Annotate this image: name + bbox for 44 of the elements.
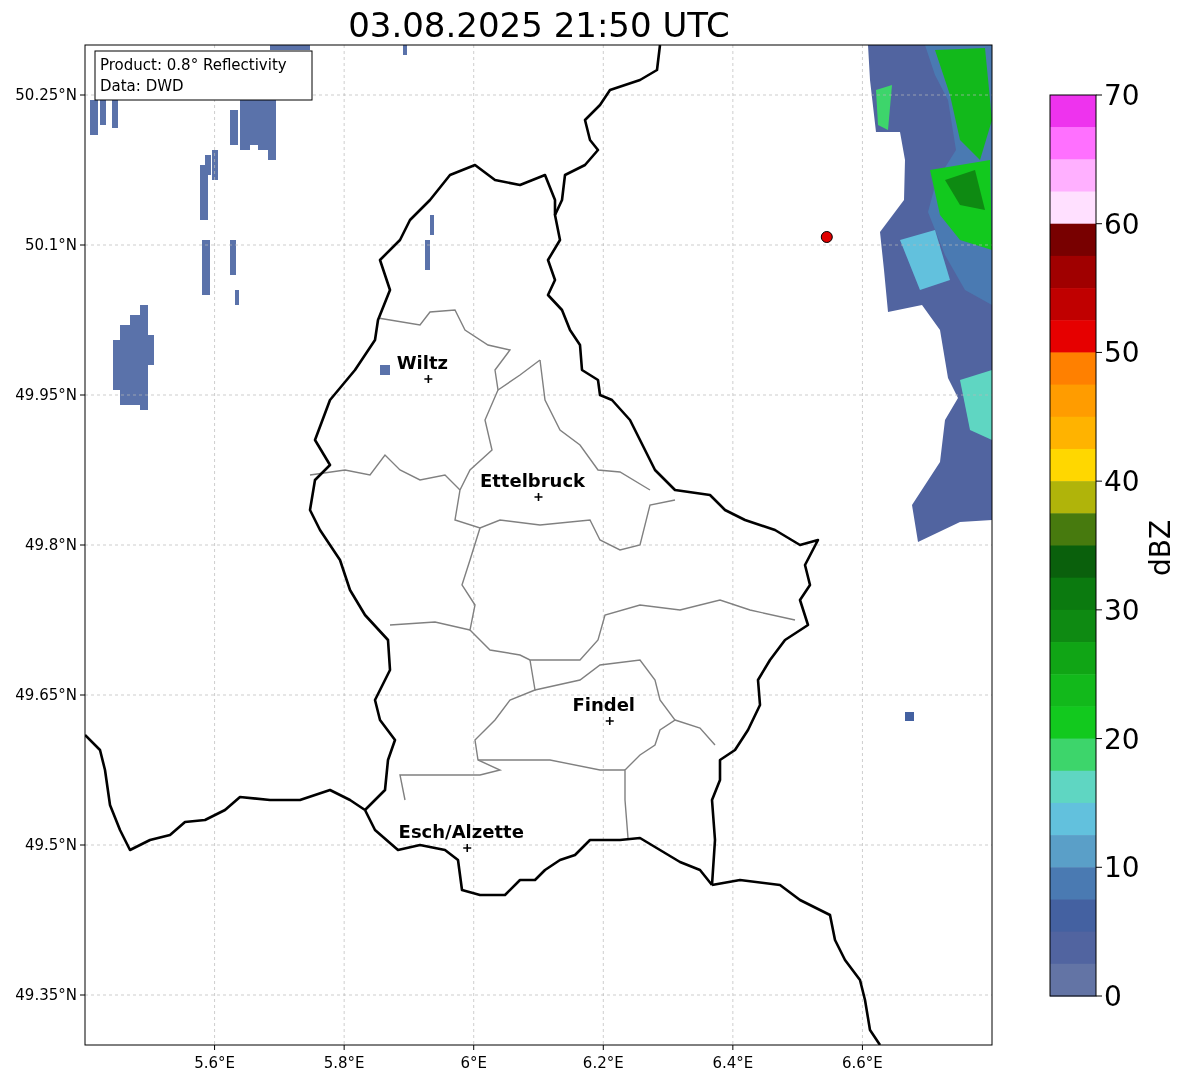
axis-tick-label: 49.35°N	[15, 986, 77, 1004]
axis-tick-label: 49.95°N	[15, 386, 77, 404]
axis-tick-label: 6.4°E	[712, 1054, 754, 1072]
colorbar-tick-label: 20	[1104, 722, 1140, 756]
axis-tick-label: 6.6°E	[842, 1054, 883, 1072]
colorbar-tick-label: 70	[1104, 79, 1140, 112]
axis-tick-label: 50.25°N	[15, 86, 77, 104]
colorbar-tick-label: 10	[1104, 851, 1140, 885]
city-marker	[533, 492, 544, 502]
city-label: Ettelbruck	[479, 470, 586, 491]
radar-echo	[112, 100, 118, 128]
colorbar-tick-label: 40	[1104, 465, 1140, 499]
radar-echo	[230, 110, 238, 145]
radar-echo	[235, 290, 239, 305]
axis-tick-label: 49.8°N	[24, 536, 77, 554]
city-marker	[423, 374, 434, 384]
colorbar-tick-label: 50	[1104, 336, 1140, 370]
radar-echo	[202, 240, 210, 295]
city-label: Esch/Alzette	[398, 821, 524, 842]
city-marker	[462, 843, 473, 853]
axis-tick-label: 49.65°N	[15, 686, 77, 704]
colorbar-tick-label: 0	[1104, 980, 1122, 1013]
radar-echo	[425, 240, 430, 270]
axis-tick-label: 6°E	[460, 1054, 487, 1072]
city-label: Wiltz	[396, 352, 448, 373]
radar-echo	[230, 240, 236, 275]
city-label: Findel	[572, 694, 636, 715]
radar-echo	[270, 45, 310, 50]
axis-tick-label: 5.8°E	[323, 1054, 365, 1072]
radar-echo	[430, 215, 434, 235]
radar-echo	[403, 45, 407, 55]
axis-tick-label: 50.1°N	[24, 236, 77, 254]
axis-tick-label: 5.6°E	[194, 1054, 235, 1072]
chart-title: 03.08.2025 21:50 UTC	[348, 5, 730, 45]
colorbar-label: dBZ	[1144, 519, 1177, 577]
colorbar-tick-label: 30	[1104, 593, 1140, 627]
axis-tick-label: 6.2°E	[582, 1054, 624, 1072]
radar-echo	[90, 100, 98, 135]
info-text: Data: DWD	[100, 77, 184, 95]
city-marker	[604, 716, 615, 726]
axis-tick-label: 49.5°N	[24, 836, 77, 854]
info-text: Product: 0.8° Reflectivity	[100, 56, 287, 74]
radar-echo	[380, 365, 390, 375]
colorbar-tick-label: 60	[1104, 207, 1140, 241]
